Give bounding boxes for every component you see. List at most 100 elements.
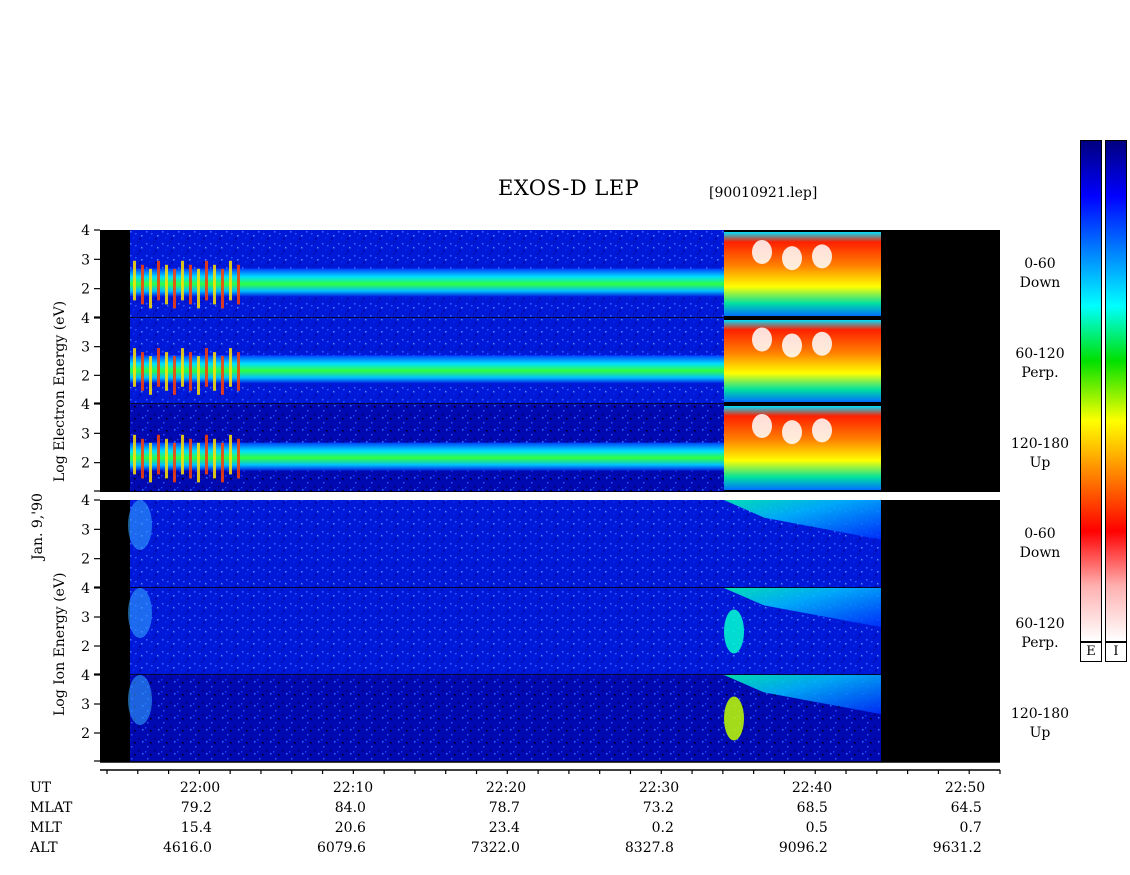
y-tick-label: 3 xyxy=(81,426,90,442)
orbit-value-alt: 4616.0 xyxy=(162,840,212,856)
energy-band xyxy=(130,355,724,384)
y-tick-label: 4 xyxy=(81,311,90,327)
y-tick-label: 2 xyxy=(81,368,90,384)
peak-blob xyxy=(812,331,832,356)
ion-axis-label: Log Ion Energy (eV) xyxy=(52,572,68,716)
spectrogram-region xyxy=(130,588,724,675)
y-tick-label: 4 xyxy=(81,668,90,684)
orbit-value-mlat: 84.0 xyxy=(334,800,366,816)
energy-band xyxy=(130,442,724,471)
burst xyxy=(205,434,208,475)
burst xyxy=(213,438,216,479)
burst xyxy=(165,352,168,391)
hot-plasma-region xyxy=(724,232,881,316)
y-tick-label: 4 xyxy=(81,397,90,413)
burst xyxy=(133,348,136,387)
y-tick-label: 4 xyxy=(81,581,90,597)
date-label: Jan. 9,'90 xyxy=(30,493,46,560)
burst xyxy=(221,268,224,309)
early-ion-flux xyxy=(128,675,152,725)
row-label-mlat: MLAT xyxy=(30,800,73,816)
burst xyxy=(149,268,152,309)
y-tick-label: 4 xyxy=(81,493,90,509)
orbit-value-mlat: 73.2 xyxy=(642,800,674,816)
burst xyxy=(237,352,240,391)
panel-label-e-perp: 60-120 Perp. xyxy=(1015,346,1065,381)
no-data-region xyxy=(881,230,1000,318)
spectrogram-region xyxy=(130,675,724,762)
no-data-region xyxy=(881,588,1000,675)
orbit-value-mlt: 0.5 xyxy=(805,820,828,836)
ion-burst xyxy=(724,609,744,654)
burst xyxy=(157,434,160,475)
orbit-value-mlat: 68.5 xyxy=(796,800,828,816)
x-tick-label: 22:00 xyxy=(179,780,221,796)
row-label-ut: UT xyxy=(30,780,52,796)
burst xyxy=(197,442,200,483)
burst xyxy=(205,348,208,387)
no-data-region xyxy=(881,404,1000,492)
burst xyxy=(229,260,232,301)
y-tick-label: 2 xyxy=(81,456,90,472)
burst xyxy=(149,442,152,483)
orbit-value-alt: 9631.2 xyxy=(932,840,982,856)
orbit-value-mlt: 20.6 xyxy=(334,820,366,836)
burst xyxy=(181,260,184,301)
y-tick-label: 3 xyxy=(81,340,90,356)
burst xyxy=(213,264,216,305)
x-tick-label: 22:10 xyxy=(332,780,374,796)
early-ion-flux xyxy=(128,588,152,638)
burst xyxy=(181,348,184,387)
burst xyxy=(173,268,176,309)
spectrogram-region xyxy=(130,500,724,588)
burst xyxy=(189,352,192,391)
x-tick-label: 22:30 xyxy=(638,780,680,796)
y-tick-label: 3 xyxy=(81,252,90,268)
peak-blob xyxy=(752,327,772,352)
electron-axis-label: Log Electron Energy (eV) xyxy=(52,300,68,482)
burst xyxy=(189,438,192,479)
burst xyxy=(133,260,136,301)
peak-blob xyxy=(752,414,772,438)
no-data-region xyxy=(881,675,1000,762)
panel-label-i-down: 0-60 Down xyxy=(1019,526,1061,561)
energy-band xyxy=(130,268,724,297)
burst xyxy=(181,434,184,475)
orbit-value-mlt: 23.4 xyxy=(488,820,520,836)
panel-label-e-down: 0-60 Down xyxy=(1019,256,1061,291)
burst xyxy=(197,268,200,309)
row-label-mlt: MLT xyxy=(30,820,62,836)
early-ion-flux xyxy=(128,500,152,550)
peak-blob xyxy=(812,244,832,269)
peak-blob xyxy=(782,420,802,445)
panel-label-e-up: 120-180 Up xyxy=(1010,436,1070,471)
burst xyxy=(237,264,240,305)
orbit-value-mlat: 78.7 xyxy=(488,800,520,816)
burst xyxy=(221,442,224,483)
orbit-value-mlt: 0.2 xyxy=(651,820,674,836)
x-tick-label: 22:20 xyxy=(485,780,527,796)
peak-blob xyxy=(812,418,832,443)
y-tick-label: 2 xyxy=(81,552,90,568)
panel-electron-0 xyxy=(100,230,1000,319)
burst xyxy=(205,260,208,301)
x-tick-label: 22:50 xyxy=(944,780,986,796)
burst xyxy=(157,348,160,387)
orbit-value-mlt: 15.4 xyxy=(180,820,212,836)
burst xyxy=(213,352,216,391)
y-tick-label: 2 xyxy=(81,639,90,655)
burst xyxy=(149,356,152,395)
burst xyxy=(157,260,160,301)
panel-label-i-up: 120-180 Up xyxy=(1010,706,1070,741)
orbit-value-alt: 8327.8 xyxy=(624,840,674,856)
panel-electron-1 xyxy=(100,318,1000,405)
burst xyxy=(165,438,168,479)
burst xyxy=(173,442,176,483)
row-label-alt: ALT xyxy=(30,840,58,856)
y-tick-label: 4 xyxy=(81,223,90,239)
orbit-value-alt: 9096.2 xyxy=(778,840,828,856)
burst xyxy=(133,434,136,475)
y-tick-label: 3 xyxy=(81,610,90,626)
y-tick-label: 2 xyxy=(81,282,90,298)
hot-plasma-region xyxy=(724,406,881,490)
